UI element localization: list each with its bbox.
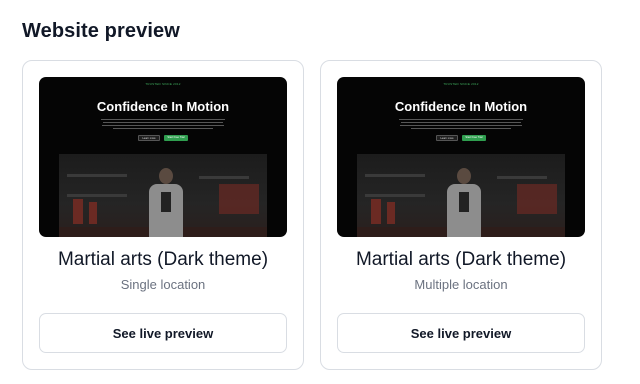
card-subtitle: Multiple location — [414, 277, 508, 292]
see-live-preview-button[interactable]: See live preview — [39, 313, 287, 353]
preview-secondary-button: Learn more — [138, 135, 160, 141]
card-title: Martial arts (Dark theme) — [57, 249, 269, 270]
preview-buttons: Learn more Start Free Trial — [337, 135, 585, 141]
preview-headline: Confidence In Motion — [394, 99, 528, 114]
preview-secondary-button: Learn more — [436, 135, 458, 141]
section-title: Website preview — [22, 20, 180, 42]
card-title: Martial arts (Dark theme) — [355, 249, 567, 270]
preview-hero-photo — [59, 154, 267, 237]
preview-primary-button: Start Free Trial — [462, 135, 486, 141]
template-card-single-location: TRUSTED SINCE 2012 Confidence In Motion … — [22, 60, 304, 370]
preview-primary-button: Start Free Trial — [164, 135, 188, 141]
preview-thumbnail: TRUSTED SINCE 2012 Confidence In Motion … — [337, 77, 585, 237]
preview-eyebrow: TRUSTED SINCE 2012 — [145, 82, 181, 86]
template-card-multiple-location: TRUSTED SINCE 2012 Confidence In Motion … — [320, 60, 602, 370]
see-live-preview-button[interactable]: See live preview — [337, 313, 585, 353]
preview-eyebrow: TRUSTED SINCE 2012 — [443, 82, 479, 86]
preview-headline: Confidence In Motion — [96, 99, 230, 114]
preview-buttons: Learn more Start Free Trial — [39, 135, 287, 141]
preview-hero-photo — [357, 154, 565, 237]
preview-body-text — [101, 117, 225, 131]
website-preview-section: Website preview TRUSTED SINCE 2012 Confi… — [0, 0, 640, 384]
preview-thumbnail: TRUSTED SINCE 2012 Confidence In Motion … — [39, 77, 287, 237]
card-subtitle: Single location — [120, 277, 206, 292]
preview-body-text — [399, 117, 523, 131]
